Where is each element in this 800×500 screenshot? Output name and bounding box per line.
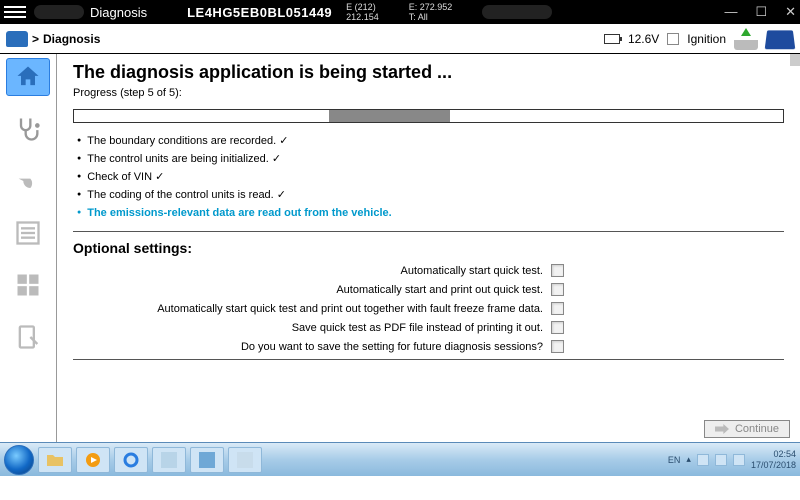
language-indicator[interactable]: EN xyxy=(668,455,681,465)
list-icon xyxy=(14,219,42,247)
taskbar-explorer[interactable] xyxy=(38,447,72,473)
option-label: Automatically start quick test. xyxy=(401,265,543,277)
close-button[interactable]: ✕ xyxy=(785,4,796,20)
arrow-right-icon xyxy=(715,424,729,434)
left-rail xyxy=(0,54,56,442)
option-label: Automatically start quick test and print… xyxy=(157,303,543,315)
folder-icon xyxy=(46,453,64,467)
start-button[interactable] xyxy=(4,445,34,475)
hamburger-menu-icon[interactable] xyxy=(4,3,26,21)
taskbar-ie[interactable] xyxy=(114,447,148,473)
breadcrumb-separator: > xyxy=(32,32,39,46)
option-row: Do you want to save the setting for futu… xyxy=(73,340,784,353)
clipboard-wrench-icon xyxy=(14,323,42,351)
rail-grid[interactable] xyxy=(6,266,50,304)
whistle-icon xyxy=(14,167,42,195)
option-checkbox[interactable] xyxy=(551,302,564,315)
clock[interactable]: 02:5417/07/2018 xyxy=(751,449,796,471)
separator xyxy=(73,231,784,232)
app-icon xyxy=(237,452,253,468)
continue-button[interactable]: Continue xyxy=(704,420,790,438)
separator xyxy=(73,359,784,360)
tray-icon[interactable] xyxy=(697,454,709,466)
home-icon xyxy=(14,63,42,91)
progress-fill xyxy=(329,110,450,122)
option-label: Do you want to save the setting for futu… xyxy=(241,341,543,353)
step-item: The coding of the control units is read.… xyxy=(77,187,784,205)
battery-icon xyxy=(604,34,620,44)
page-title: The diagnosis application is being start… xyxy=(73,62,784,83)
step-item: The emissions-relevant data are read out… xyxy=(77,205,784,223)
option-checkbox[interactable] xyxy=(551,283,564,296)
progress-bar xyxy=(73,109,784,123)
step-item: The boundary conditions are recorded. ✓ xyxy=(77,133,784,151)
grid-icon xyxy=(14,271,42,299)
step-item: Check of VIN ✓ xyxy=(77,169,784,187)
ie-icon xyxy=(123,452,139,468)
taskbar-media[interactable] xyxy=(76,447,110,473)
breadcrumb[interactable]: Diagnosis xyxy=(43,32,100,46)
play-icon xyxy=(85,452,101,468)
progress-label: Progress (step 5 of 5): xyxy=(73,87,784,99)
rail-list[interactable] xyxy=(6,214,50,252)
option-row: Save quick test as PDF file instead of p… xyxy=(73,321,784,334)
option-checkbox[interactable] xyxy=(551,264,564,277)
app-name: Diagnosis xyxy=(90,5,147,20)
rail-key[interactable] xyxy=(6,162,50,200)
option-row: Automatically start and print out quick … xyxy=(73,283,784,296)
vin-text: LE4HG5EB0BL051449 xyxy=(187,5,332,20)
maximize-button[interactable]: ☐ xyxy=(755,4,767,20)
tray-icon[interactable] xyxy=(733,454,745,466)
model-info-2: E: 272.952T: All xyxy=(409,2,453,22)
book-icon[interactable] xyxy=(765,30,796,49)
option-checkbox[interactable] xyxy=(551,321,564,334)
voltage-text: 12.6V xyxy=(628,32,659,46)
content-wrap: The diagnosis application is being start… xyxy=(56,54,800,442)
option-row: Automatically start quick test and print… xyxy=(73,302,784,315)
rail-home[interactable] xyxy=(6,58,50,96)
option-row: Automatically start quick test. xyxy=(73,264,784,277)
tray-chevron-icon[interactable]: ▴ xyxy=(686,454,691,465)
optional-settings-title: Optional settings: xyxy=(73,240,784,256)
option-label: Save quick test as PDF file instead of p… xyxy=(292,322,543,334)
taskbar-app2[interactable] xyxy=(190,447,224,473)
stethoscope-icon xyxy=(14,115,42,143)
tray-icon[interactable] xyxy=(715,454,727,466)
upload-icon[interactable] xyxy=(734,28,758,50)
titlebar: Diagnosis LE4HG5EB0BL051449 E (212)212.1… xyxy=(0,0,800,24)
app-icon xyxy=(161,452,177,468)
toolbar: > Diagnosis 12.6V Ignition xyxy=(0,24,800,54)
steps-list: The boundary conditions are recorded. ✓T… xyxy=(73,133,784,223)
redacted-region xyxy=(34,5,84,19)
redacted-region xyxy=(482,5,552,19)
main-area: The diagnosis application is being start… xyxy=(0,54,800,442)
rail-stethoscope[interactable] xyxy=(6,110,50,148)
taskbar: EN ▴ 02:5417/07/2018 xyxy=(0,442,800,476)
continue-label: Continue xyxy=(735,423,779,435)
scrollbar[interactable] xyxy=(790,54,800,66)
car-icon[interactable] xyxy=(6,31,28,47)
ignition-checkbox[interactable] xyxy=(667,33,679,45)
rail-clipboard[interactable] xyxy=(6,318,50,356)
ignition-label: Ignition xyxy=(687,32,726,46)
system-tray: EN ▴ 02:5417/07/2018 xyxy=(668,449,796,471)
taskbar-app3[interactable] xyxy=(228,447,262,473)
option-checkbox[interactable] xyxy=(551,340,564,353)
taskbar-app1[interactable] xyxy=(152,447,186,473)
step-item: The control units are being initialized.… xyxy=(77,151,784,169)
app-icon xyxy=(199,452,215,468)
model-info-1: E (212)212.154 xyxy=(346,2,379,22)
option-label: Automatically start and print out quick … xyxy=(336,284,543,296)
optional-settings: Automatically start quick test. Automatic… xyxy=(73,264,784,353)
minimize-button[interactable]: — xyxy=(724,4,737,20)
